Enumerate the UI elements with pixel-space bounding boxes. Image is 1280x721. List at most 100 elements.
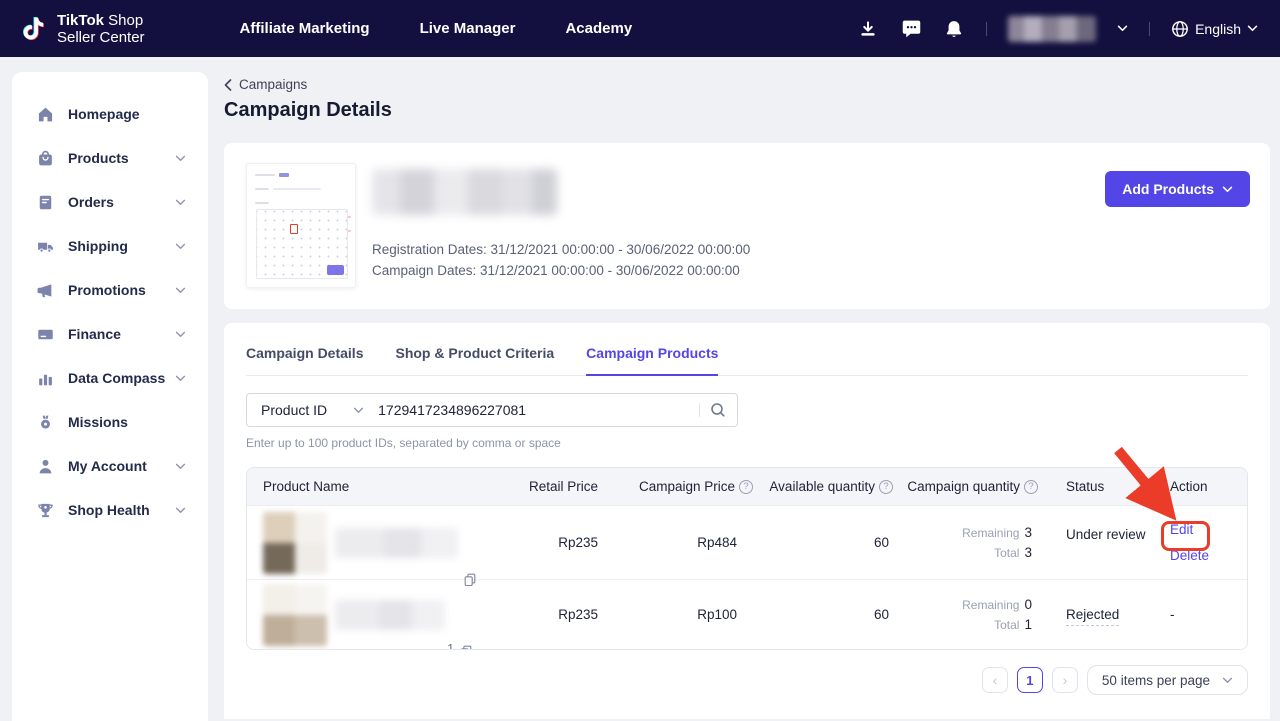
campaign-name-blurred bbox=[372, 169, 557, 215]
chart-icon bbox=[37, 370, 54, 387]
home-icon bbox=[37, 106, 54, 123]
available-quantity: 60 bbox=[753, 535, 893, 550]
campaign-dates: Campaign Dates: 31/12/2021 00:00:00 - 30… bbox=[372, 260, 750, 281]
col-retail-price: Retail Price bbox=[477, 479, 598, 494]
search-icon[interactable] bbox=[710, 402, 726, 418]
logo-text: TikTok Shop Seller Center bbox=[57, 12, 145, 46]
col-product-name: Product Name bbox=[247, 479, 477, 494]
bag-icon bbox=[37, 150, 54, 167]
help-icon[interactable]: ? bbox=[1024, 480, 1038, 494]
available-quantity: 60 bbox=[753, 607, 893, 622]
pagination: ‹ 1 › 50 items per page bbox=[246, 665, 1248, 695]
add-products-button[interactable]: Add Products bbox=[1105, 171, 1250, 207]
product-name-suffix: 1 bbox=[447, 641, 454, 651]
orders-icon bbox=[37, 194, 54, 211]
divider bbox=[986, 22, 987, 36]
retail-price: Rp235 bbox=[477, 607, 598, 622]
card-icon bbox=[37, 326, 54, 343]
search-input[interactable] bbox=[378, 402, 699, 418]
chevron-down-icon bbox=[175, 463, 186, 470]
chevron-down-icon bbox=[175, 287, 186, 294]
nav-links: Affiliate Marketing Live Manager Academy bbox=[240, 20, 633, 37]
truck-icon bbox=[37, 238, 54, 255]
next-page-button[interactable]: › bbox=[1052, 667, 1078, 693]
breadcrumb[interactable]: Campaigns bbox=[224, 77, 1270, 92]
prev-page-button[interactable]: ‹ bbox=[982, 667, 1008, 693]
campaign-quantity: Remaining3 Total3 bbox=[893, 523, 1038, 563]
product-cell: 1 bbox=[247, 584, 477, 646]
current-page-button[interactable]: 1 bbox=[1017, 667, 1043, 693]
divider bbox=[1149, 22, 1150, 36]
product-image-blurred bbox=[263, 512, 327, 574]
notifications-bell-icon[interactable] bbox=[943, 18, 965, 40]
chevron-down-icon bbox=[175, 199, 186, 206]
person-icon bbox=[37, 458, 54, 475]
chevron-down-icon bbox=[175, 507, 186, 514]
campaign-price: Rp484 bbox=[598, 535, 753, 550]
campaign-thumbnail-image bbox=[246, 163, 356, 288]
page-size-select[interactable]: 50 items per page bbox=[1087, 665, 1248, 695]
sidebar-item-products[interactable]: Products bbox=[12, 136, 208, 180]
messages-icon[interactable] bbox=[900, 18, 922, 40]
sidebar-item-my-account[interactable]: My Account bbox=[12, 444, 208, 488]
trophy-icon bbox=[37, 502, 54, 519]
nav-link-affiliate-marketing[interactable]: Affiliate Marketing bbox=[240, 20, 370, 37]
language-label: English bbox=[1195, 21, 1241, 37]
retail-price: Rp235 bbox=[477, 535, 598, 550]
tab-bar: Campaign Details Shop & Product Criteria… bbox=[246, 323, 1248, 376]
status-badge: Rejected bbox=[1038, 604, 1158, 625]
tab-campaign-products[interactable]: Campaign Products bbox=[586, 345, 718, 376]
product-name-blurred bbox=[335, 600, 445, 630]
sidebar-item-orders[interactable]: Orders bbox=[12, 180, 208, 224]
col-campaign-quantity: Campaign quantity? bbox=[893, 479, 1038, 494]
col-available-quantity: Available quantity? bbox=[753, 479, 893, 494]
thumbnail-calendar bbox=[256, 209, 348, 279]
sidebar-item-homepage[interactable]: Homepage bbox=[12, 92, 208, 136]
registration-dates: Registration Dates: 31/12/2021 00:00:00 … bbox=[372, 239, 750, 260]
account-name-blurred[interactable] bbox=[1008, 16, 1096, 42]
help-icon[interactable]: ? bbox=[879, 480, 893, 494]
top-navbar: TikTok Shop Seller Center Affiliate Mark… bbox=[0, 0, 1280, 57]
divider bbox=[699, 403, 700, 417]
chevron-down-icon bbox=[353, 407, 364, 414]
col-campaign-price: Campaign Price? bbox=[598, 479, 753, 494]
product-cell bbox=[247, 512, 477, 574]
nav-link-academy[interactable]: Academy bbox=[565, 20, 632, 37]
table-row: 1 Rp235 Rp100 60 Remaining0 Total1 Rejec… bbox=[247, 579, 1247, 649]
help-icon[interactable]: ? bbox=[739, 480, 753, 494]
sidebar-item-shipping[interactable]: Shipping bbox=[12, 224, 208, 268]
account-chevron-down-icon[interactable] bbox=[1117, 25, 1128, 32]
language-chevron-down-icon bbox=[1247, 25, 1258, 32]
globe-icon bbox=[1171, 20, 1189, 38]
sidebar-item-missions[interactable]: Missions bbox=[12, 400, 208, 444]
chevron-down-icon bbox=[1222, 186, 1233, 193]
sidebar-item-finance[interactable]: Finance bbox=[12, 312, 208, 356]
product-name-blurred bbox=[335, 528, 458, 558]
chevron-down-icon bbox=[175, 375, 186, 382]
tiktok-shop-logo[interactable]: TikTok Shop Seller Center bbox=[22, 12, 145, 46]
action-cell: - bbox=[1158, 607, 1247, 622]
language-selector[interactable]: English bbox=[1171, 20, 1258, 38]
download-icon[interactable] bbox=[857, 18, 879, 40]
campaign-summary-card: Registration Dates: 31/12/2021 00:00:00 … bbox=[224, 143, 1270, 309]
nav-link-live-manager[interactable]: Live Manager bbox=[420, 20, 516, 37]
campaign-price: Rp100 bbox=[598, 607, 753, 622]
tab-campaign-details[interactable]: Campaign Details bbox=[246, 345, 363, 376]
chevron-down-icon bbox=[175, 243, 186, 250]
sidebar: Homepage Products Orders Shipping Promot… bbox=[12, 72, 208, 721]
sidebar-item-promotions[interactable]: Promotions bbox=[12, 268, 208, 312]
page-title: Campaign Details bbox=[224, 99, 1270, 122]
copy-icon[interactable] bbox=[459, 644, 473, 651]
search-filter-select[interactable]: Product ID bbox=[247, 402, 378, 418]
medal-icon bbox=[37, 414, 54, 431]
chevron-down-icon bbox=[175, 331, 186, 338]
campaign-quantity: Remaining0 Total1 bbox=[893, 595, 1038, 635]
tab-shop-product-criteria[interactable]: Shop & Product Criteria bbox=[395, 345, 554, 376]
chevron-down-icon bbox=[175, 155, 186, 162]
back-chevron-icon bbox=[224, 79, 232, 91]
tiktok-note-icon bbox=[22, 15, 49, 42]
product-search-bar: Product ID bbox=[246, 393, 738, 427]
megaphone-icon bbox=[37, 282, 54, 299]
sidebar-item-data-compass[interactable]: Data Compass bbox=[12, 356, 208, 400]
sidebar-item-shop-health[interactable]: Shop Health bbox=[12, 488, 208, 532]
